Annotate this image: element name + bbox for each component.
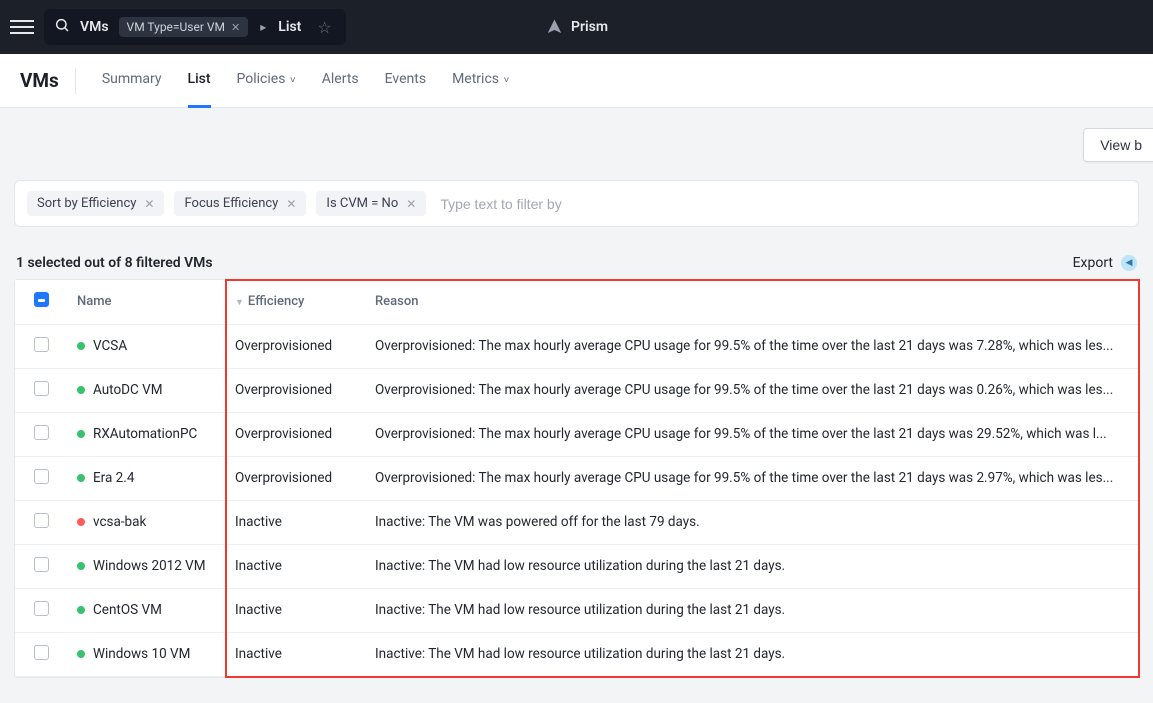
filter-chip-label: Is CVM = No (326, 196, 398, 211)
cell-reason: Overprovisioned: The max hourly average … (365, 412, 1138, 456)
breadcrumb-root[interactable]: VMs (80, 19, 109, 35)
status-dot-icon (77, 474, 85, 482)
brand-logo-icon (545, 18, 563, 36)
close-icon[interactable]: ✕ (231, 21, 240, 34)
cell-name: AutoDC VM (67, 368, 225, 412)
filter-chip[interactable]: Focus Efficiency ✕ (174, 191, 306, 216)
status-dot-icon (77, 518, 85, 526)
tab-list[interactable]: List (188, 71, 211, 91)
star-icon[interactable]: ☆ (317, 18, 331, 37)
search-icon (54, 17, 70, 37)
breadcrumb-leaf: List (278, 19, 301, 35)
cell-efficiency: Inactive (225, 588, 365, 632)
page-title: VMs (20, 68, 76, 94)
breadcrumb-filter-chip[interactable]: VM Type=User VM ✕ (119, 17, 249, 37)
selection-count: 1 selected out of 8 filtered VMs (16, 255, 213, 271)
column-header-efficiency[interactable]: ▼Efficiency (225, 280, 365, 324)
status-dot-icon (77, 606, 85, 614)
row-checkbox[interactable] (34, 337, 49, 352)
column-header-reason[interactable]: Reason (365, 280, 1138, 324)
cell-reason: Inactive: The VM had low resource utiliz… (365, 632, 1138, 676)
cell-reason: Inactive: The VM had low resource utiliz… (365, 544, 1138, 588)
cell-name: RXAutomationPC (67, 412, 225, 456)
tab-metrics[interactable]: Metrics ˅ (452, 71, 509, 91)
cell-reason: Inactive: The VM had low resource utiliz… (365, 588, 1138, 632)
filter-chip[interactable]: Sort by Efficiency ✕ (27, 191, 164, 216)
table-row[interactable]: CentOS VMInactiveInactive: The VM had lo… (15, 588, 1138, 632)
brand: Prism (545, 18, 608, 36)
table-row[interactable]: AutoDC VMOverprovisionedOverprovisioned:… (15, 368, 1138, 412)
cell-reason: Overprovisioned: The max hourly average … (365, 456, 1138, 500)
close-icon[interactable]: ✕ (144, 197, 154, 211)
cell-name: CentOS VM (67, 588, 225, 632)
filter-input[interactable] (436, 192, 1126, 216)
chevron-down-icon: ˅ (501, 75, 509, 86)
vm-table: Name ▼Efficiency Reason VCSAOverprovisio… (14, 279, 1139, 678)
table-row[interactable]: RXAutomationPCOverprovisionedOverprovisi… (15, 412, 1138, 456)
row-checkbox[interactable] (34, 557, 49, 572)
select-all-checkbox[interactable] (34, 292, 49, 307)
cell-reason: Overprovisioned: The max hourly average … (365, 368, 1138, 412)
tab-events[interactable]: Events (385, 71, 426, 91)
top-bar: VMs VM Type=User VM ✕ ▸ List ☆ Prism (0, 0, 1153, 54)
table-row[interactable]: Windows 10 VMInactiveInactive: The VM ha… (15, 632, 1138, 676)
filter-chip-label: Focus Efficiency (184, 196, 278, 211)
table-row[interactable]: VCSAOverprovisionedOverprovisioned: The … (15, 324, 1138, 368)
tab-alerts[interactable]: Alerts (322, 71, 359, 91)
cell-efficiency: Overprovisioned (225, 368, 365, 412)
breadcrumb-search[interactable]: VMs VM Type=User VM ✕ ▸ List ☆ (44, 9, 346, 45)
cell-reason: Inactive: The VM was powered off for the… (365, 500, 1138, 544)
status-dot-icon (77, 650, 85, 658)
tab-policies[interactable]: Policies ˅ (237, 71, 296, 91)
tab-summary[interactable]: Summary (102, 71, 162, 91)
cell-reason: Overprovisioned: The max hourly average … (365, 324, 1138, 368)
cell-name: Windows 10 VM (67, 632, 225, 676)
cell-efficiency: Inactive (225, 544, 365, 588)
cell-name: Era 2.4 (67, 456, 225, 500)
view-button[interactable]: View b (1083, 128, 1153, 162)
chevron-right-icon: ▸ (260, 20, 266, 34)
filter-bar: Sort by Efficiency✕Focus Efficiency✕Is C… (14, 180, 1139, 227)
brand-label: Prism (571, 19, 608, 35)
cell-efficiency: Inactive (225, 500, 365, 544)
filter-chip-label: Sort by Efficiency (37, 196, 136, 211)
status-dot-icon (77, 386, 85, 394)
cell-name: VCSA (67, 324, 225, 368)
chevron-down-icon: ˅ (287, 75, 295, 86)
row-checkbox[interactable] (34, 513, 49, 528)
row-checkbox[interactable] (34, 381, 49, 396)
table-row[interactable]: Windows 2012 VMInactiveInactive: The VM … (15, 544, 1138, 588)
filter-chip[interactable]: Is CVM = No ✕ (316, 191, 426, 216)
row-checkbox[interactable] (34, 601, 49, 616)
selection-row: 1 selected out of 8 filtered VMs Export … (0, 227, 1153, 279)
sort-indicator-icon: ▼ (235, 298, 244, 308)
cell-name: Windows 2012 VM (67, 544, 225, 588)
table-header-row: Name ▼Efficiency Reason (15, 280, 1138, 324)
cell-efficiency: Overprovisioned (225, 324, 365, 368)
status-dot-icon (77, 430, 85, 438)
cell-efficiency: Overprovisioned (225, 456, 365, 500)
table-row[interactable]: vcsa-bakInactiveInactive: The VM was pow… (15, 500, 1138, 544)
status-dot-icon (77, 342, 85, 350)
close-icon[interactable]: ✕ (286, 197, 296, 211)
breadcrumb-chip-label: VM Type=User VM (127, 20, 225, 34)
table-row[interactable]: Era 2.4OverprovisionedOverprovisioned: T… (15, 456, 1138, 500)
menu-icon[interactable] (10, 15, 34, 39)
close-icon[interactable]: ✕ (406, 197, 416, 211)
cell-name: vcsa-bak (67, 500, 225, 544)
status-dot-icon (77, 562, 85, 570)
scroll-left-icon[interactable]: ◀ (1121, 255, 1137, 271)
action-row: View b (0, 108, 1153, 162)
cell-efficiency: Inactive (225, 632, 365, 676)
row-checkbox[interactable] (34, 425, 49, 440)
export-link[interactable]: Export (1073, 255, 1113, 271)
row-checkbox[interactable] (34, 645, 49, 660)
subnav: VMs Summary List Policies ˅ Alerts Events Met… (0, 54, 1153, 108)
cell-efficiency: Overprovisioned (225, 412, 365, 456)
row-checkbox[interactable] (34, 469, 49, 484)
column-header-name[interactable]: Name (67, 280, 225, 324)
